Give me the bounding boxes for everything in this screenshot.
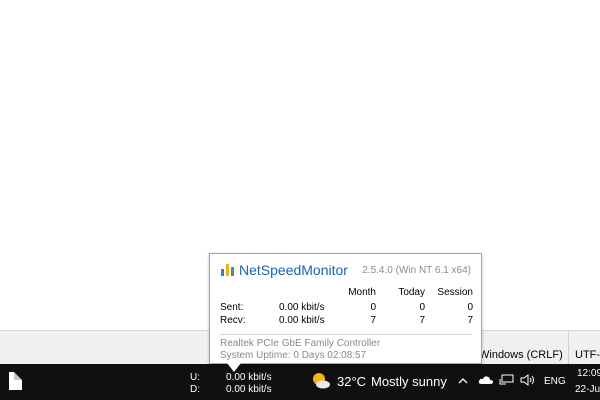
system-uptime: System Uptime: 0 Days 02:08:57 [220,350,367,361]
app-version: 2.5.4.0 (Win NT 6.1 x64) [362,265,471,276]
network-icon[interactable] [499,374,514,386]
divider [220,334,472,335]
file-icon[interactable] [9,372,22,390]
onedrive-cloud-icon[interactable] [478,375,494,385]
column-header-today: Today [398,287,425,298]
clock-date[interactable]: 22-Ju [575,384,600,395]
recv-rate: 0.00 kbit/s [279,315,325,326]
volume-icon[interactable] [520,374,536,386]
upload-label: U: [190,372,200,383]
recv-month: 7 [370,315,376,326]
column-header-session: Session [437,287,473,298]
temperature[interactable]: 32°C [337,374,366,389]
line-ending-indicator[interactable]: Windows (CRLF) [470,331,568,364]
sent-month: 0 [370,302,376,313]
popup-pointer [227,363,241,372]
clock-time[interactable]: 12:09 [577,368,600,379]
language-indicator[interactable]: ENG [544,376,566,387]
adapter-name: Realtek PCIe GbE Family Controller [220,338,381,349]
sent-session: 0 [467,302,473,313]
upload-rate: 0.00 kbit/s [226,372,272,383]
sent-label: Sent: [220,302,244,313]
app-title: NetSpeedMonitor [239,262,348,278]
sent-today: 0 [419,302,425,313]
weather-condition[interactable]: Mostly sunny [371,374,447,389]
download-label: D: [190,384,200,395]
sent-rate: 0.00 kbit/s [279,302,325,313]
recv-label: Recv: [220,315,246,326]
netspeedmonitor-icon [221,264,234,276]
recv-session: 7 [467,315,473,326]
weather-partly-sunny-icon[interactable] [311,372,331,390]
download-rate: 0.00 kbit/s [226,384,272,395]
taskbar: U: D: 0.00 kbit/s 0.00 kbit/s 32°C Mostl… [0,364,600,400]
recv-today: 7 [419,315,425,326]
chevron-up-icon[interactable] [458,377,468,384]
encoding-indicator[interactable]: UTF-8 [568,331,600,364]
column-header-month: Month [348,287,376,298]
netspeedmonitor-popup: NetSpeedMonitor 2.5.4.0 (Win NT 6.1 x64)… [209,253,482,364]
